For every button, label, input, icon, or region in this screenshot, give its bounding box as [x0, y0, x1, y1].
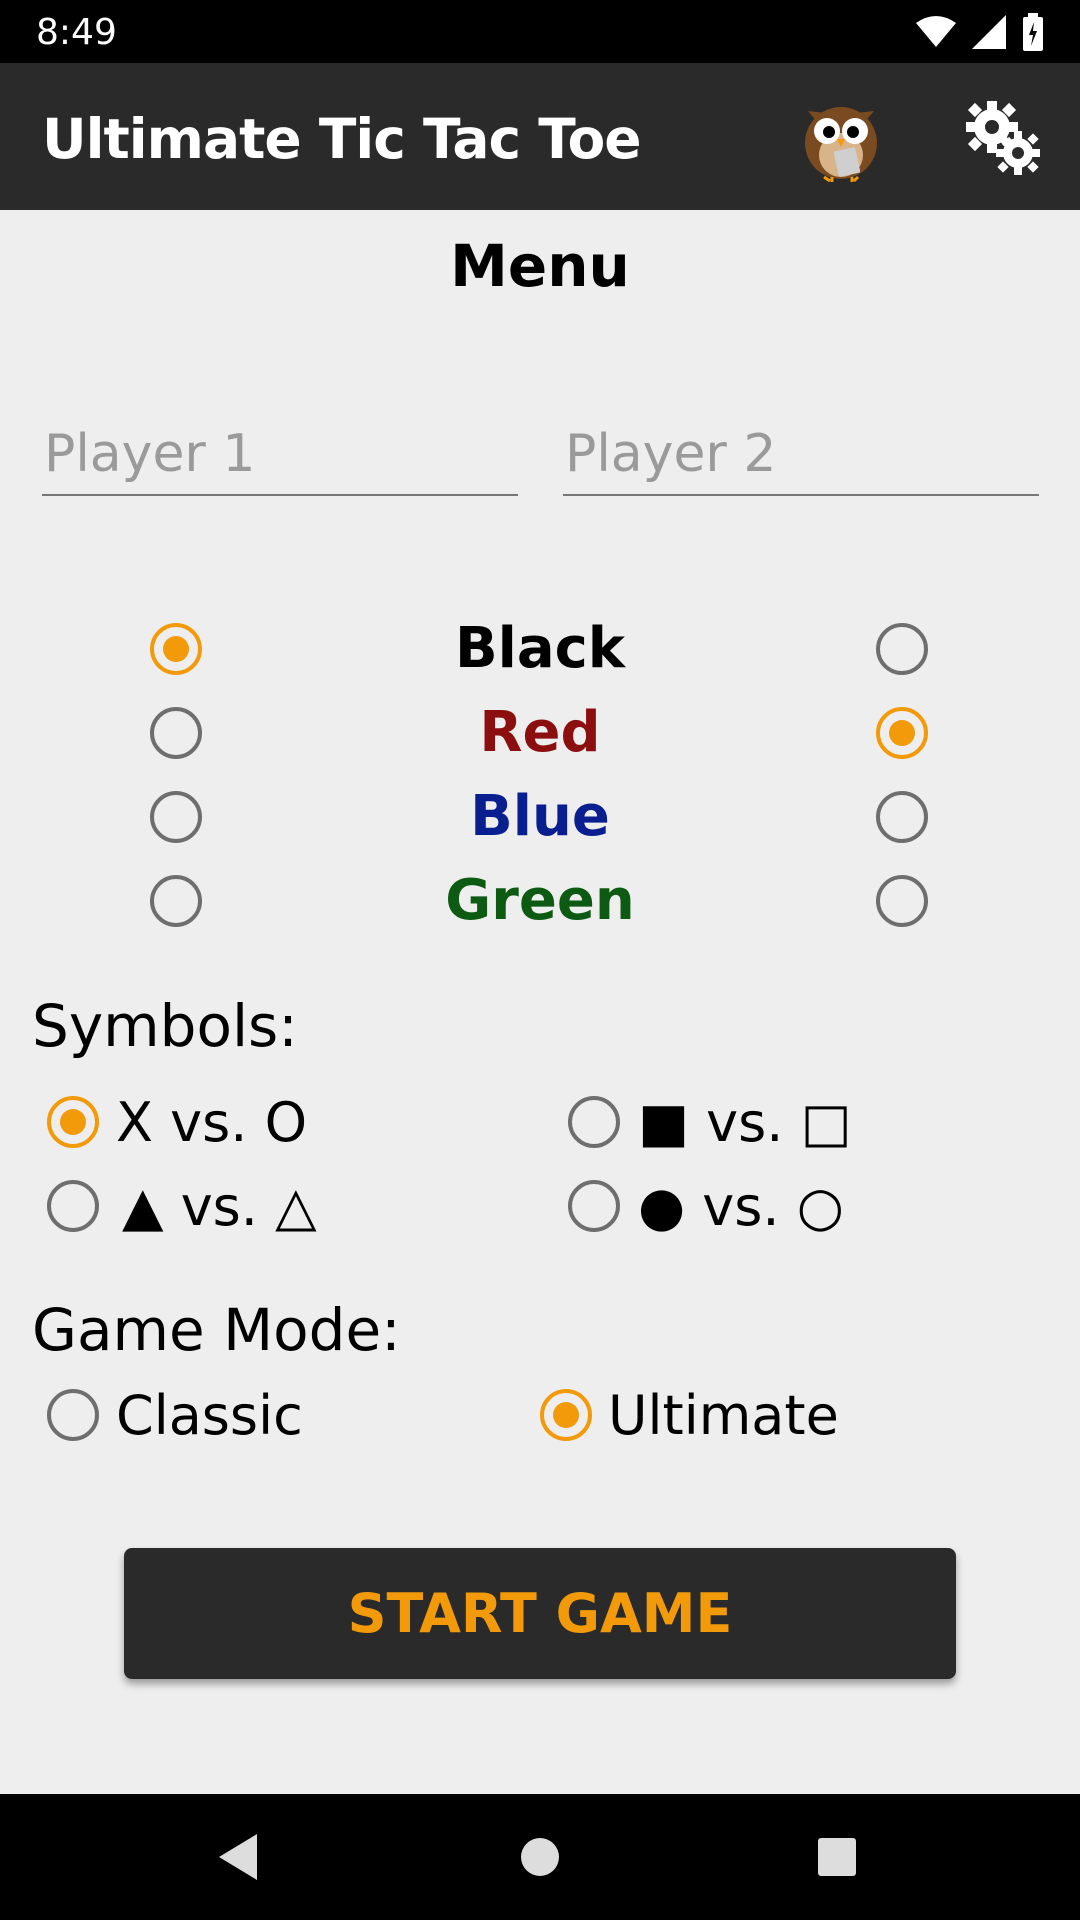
recents-button[interactable]: [804, 1824, 870, 1890]
signal-icon: [972, 15, 1006, 49]
symbol-triangles-radio[interactable]: [47, 1180, 99, 1232]
player2-color-blue-radio[interactable]: [876, 791, 928, 843]
symbols-heading: Symbols:: [32, 992, 298, 1060]
home-icon: [521, 1838, 559, 1876]
mode-classic-label[interactable]: Classic: [116, 1381, 303, 1451]
status-time: 8:49: [36, 12, 117, 53]
status-bar: 8:49: [0, 0, 1080, 63]
symbol-circles-label[interactable]: ● vs. ○: [638, 1172, 844, 1242]
mode-classic-radio[interactable]: [47, 1389, 99, 1441]
symbol-triangles-label[interactable]: ▲ vs. △: [122, 1172, 317, 1242]
gear-icon: [966, 101, 1040, 175]
symbol-x-o-radio[interactable]: [47, 1096, 99, 1148]
player1-color-red-radio[interactable]: [150, 707, 202, 759]
back-icon: [219, 1834, 257, 1880]
color-label-black: Black: [454, 616, 626, 681]
symbol-squares-label[interactable]: ■ vs. □: [638, 1088, 852, 1158]
player2-color-black-radio[interactable]: [876, 623, 928, 675]
settings-button[interactable]: [958, 95, 1044, 181]
wifi-icon: [916, 16, 956, 47]
app-title: Ultimate Tic Tac Toe: [42, 107, 642, 171]
color-label-red: Red: [479, 700, 601, 765]
owl-button[interactable]: [796, 93, 886, 183]
player2-color-green-radio[interactable]: [876, 875, 928, 927]
app-bar: Ultimate Tic Tac Toe: [0, 63, 1080, 210]
player2-name-input[interactable]: [563, 400, 1039, 496]
menu-title: Menu: [450, 232, 630, 300]
player1-name-input[interactable]: [42, 400, 518, 496]
battery-icon: [1023, 13, 1043, 51]
symbol-squares-radio[interactable]: [568, 1096, 620, 1148]
symbol-circles-radio[interactable]: [568, 1180, 620, 1232]
status-icons: [916, 12, 1044, 52]
home-button[interactable]: [507, 1824, 573, 1890]
player1-color-green-radio[interactable]: [150, 875, 202, 927]
start-game-button[interactable]: START GAME: [124, 1548, 956, 1679]
mode-ultimate-label[interactable]: Ultimate: [608, 1381, 839, 1451]
mode-ultimate-radio[interactable]: [540, 1389, 592, 1441]
recents-icon: [818, 1838, 856, 1876]
game-mode-heading: Game Mode:: [32, 1296, 401, 1364]
player1-color-black-radio[interactable]: [150, 623, 202, 675]
player1-color-blue-radio[interactable]: [150, 791, 202, 843]
player2-color-red-radio[interactable]: [876, 707, 928, 759]
nav-bar: [0, 1794, 1080, 1920]
back-button[interactable]: [206, 1824, 272, 1890]
color-label-blue: Blue: [470, 784, 610, 849]
symbol-x-o-label[interactable]: X vs. O: [116, 1088, 307, 1158]
owl-icon: [805, 107, 877, 183]
color-label-green: Green: [445, 868, 635, 933]
